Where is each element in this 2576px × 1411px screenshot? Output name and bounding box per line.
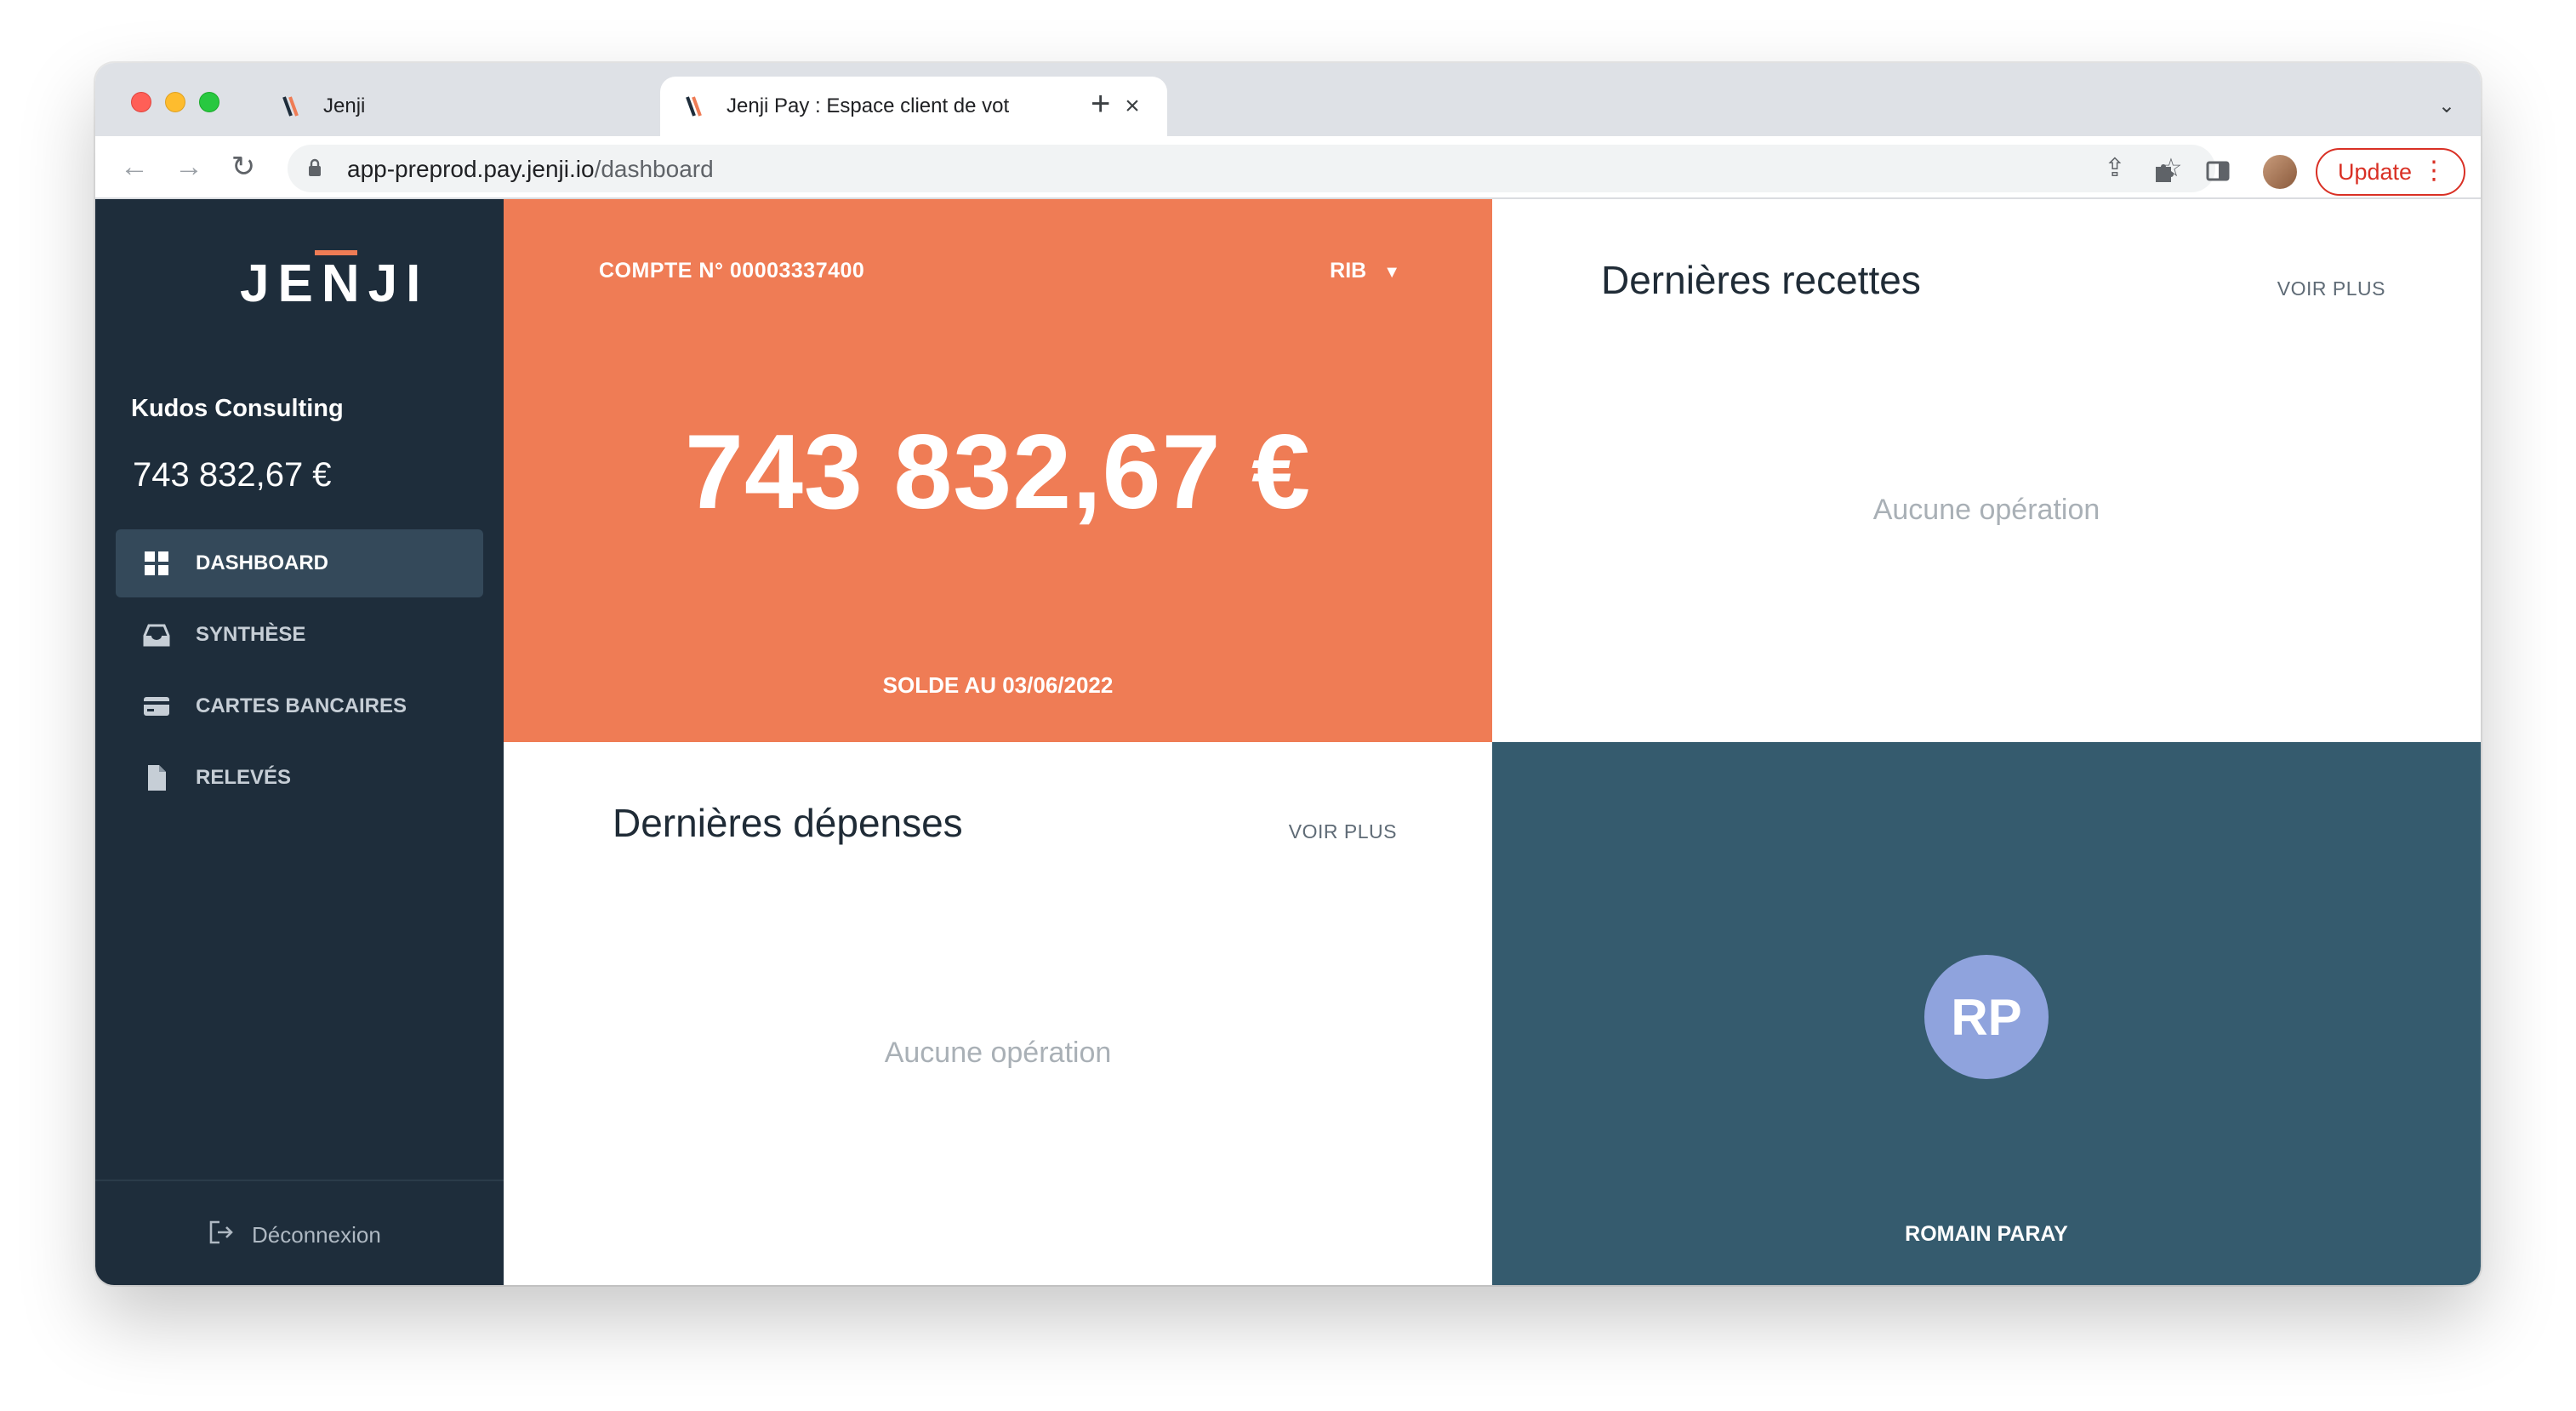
card-title: Dernières recettes xyxy=(1601,258,1921,302)
balance-card: COMPTE N° 00003337400 RIB ▼ 743 832,67 € … xyxy=(504,199,1492,742)
recent-income-card: Dernières recettes VOIR PLUS Aucune opér… xyxy=(1492,199,2481,742)
jenji-logo[interactable]: JENJI xyxy=(240,254,429,314)
user-name: ROMAIN PARAY xyxy=(1905,1222,2068,1246)
update-label: Update xyxy=(2338,158,2413,185)
balance-amount: 743 832,67 € xyxy=(684,414,1312,531)
sidebar-item-label: CARTES BANCAIRES xyxy=(196,694,407,717)
minimize-window-button[interactable] xyxy=(165,92,185,112)
grid-icon xyxy=(141,548,172,579)
jenji-favicon-icon xyxy=(279,94,305,119)
credit-card-icon xyxy=(141,691,172,722)
sidebar: JENJI Kudos Consulting 743 832,67 € DASH… xyxy=(95,199,504,1285)
profile-avatar[interactable] xyxy=(2263,155,2297,189)
maximize-window-button[interactable] xyxy=(199,92,219,112)
sidebar-item-label: SYNTHÈSE xyxy=(196,623,306,646)
browser-window: Jenji × Jenji Pay : Espace client de vot… xyxy=(95,63,2481,1285)
logout-button[interactable]: Déconnexion xyxy=(208,1219,381,1252)
sidebar-item-label: DASHBOARD xyxy=(196,551,328,574)
tab-title: Jenji xyxy=(323,94,366,117)
tab-search-chevron-icon[interactable]: ⌄ xyxy=(2438,94,2455,118)
update-button[interactable]: Update ⋮ xyxy=(2316,148,2465,196)
url-text[interactable]: app-preprod.pay.jenji.io/dashboard xyxy=(347,156,714,183)
side-panel-icon[interactable] xyxy=(2203,157,2232,186)
extensions-puzzle-icon[interactable] xyxy=(2149,157,2178,186)
avatar[interactable]: RP xyxy=(1924,955,2049,1079)
sidebar-balance: 743 832,67 € xyxy=(133,456,332,494)
new-tab-button[interactable]: + xyxy=(1091,87,1110,121)
sidebar-item-synthese[interactable]: SYNTHÈSE xyxy=(116,601,483,669)
rib-label: RIB xyxy=(1330,259,1367,283)
balance-date: SOLDE AU 03/06/2022 xyxy=(882,672,1114,698)
close-tab-icon[interactable]: × xyxy=(1120,92,1145,121)
sidebar-item-releves[interactable]: RELEVÉS xyxy=(116,744,483,812)
tab-title: Jenji Pay : Espace client de vot xyxy=(727,94,1010,117)
rib-dropdown[interactable]: RIB ▼ xyxy=(1330,259,1400,283)
see-more-expenses-link[interactable]: VOIR PLUS xyxy=(1289,820,1397,843)
see-more-income-link[interactable]: VOIR PLUS xyxy=(2277,277,2385,300)
account-number: COMPTE N° 00003337400 xyxy=(599,259,865,283)
close-window-button[interactable] xyxy=(131,92,151,112)
recent-expenses-card: Dernières dépenses VOIR PLUS Aucune opér… xyxy=(504,742,1492,1285)
reload-icon[interactable]: ↻ xyxy=(225,148,262,186)
app-page: JENJI Kudos Consulting 743 832,67 € DASH… xyxy=(95,199,2481,1285)
empty-state: Aucune opération xyxy=(1872,494,2100,526)
company-name: Kudos Consulting xyxy=(131,395,344,422)
caret-down-icon: ▼ xyxy=(1383,263,1400,282)
sidebar-item-dashboard[interactable]: DASHBOARD xyxy=(116,529,483,597)
browser-toolbar: ← → ↻ app-preprod.pay.jenji.io/dashboard… xyxy=(95,136,2481,199)
sidebar-item-label: RELEVÉS xyxy=(196,766,292,789)
card-title: Dernières dépenses xyxy=(613,801,963,845)
document-icon xyxy=(141,763,172,793)
more-vertical-icon: ⋮ xyxy=(2421,157,2447,185)
sidebar-item-cartes-bancaires[interactable]: CARTES BANCAIRES xyxy=(116,672,483,740)
address-bar[interactable]: app-preprod.pay.jenji.io/dashboard ⇪ ☆ xyxy=(288,145,2215,192)
logout-label: Déconnexion xyxy=(252,1222,381,1248)
share-icon[interactable]: ⇪ xyxy=(2101,155,2129,182)
tab-strip: Jenji × Jenji Pay : Espace client de vot… xyxy=(95,63,2481,136)
user-card: RP ROMAIN PARAY xyxy=(1492,742,2481,1285)
inbox-icon xyxy=(141,620,172,650)
sidebar-divider xyxy=(95,1180,504,1181)
sidebar-nav: DASHBOARD SYNTHÈSE CARTES BANCAIRES RELE… xyxy=(116,529,483,815)
lock-icon xyxy=(308,158,322,177)
empty-state: Aucune opération xyxy=(884,1037,1112,1069)
jenji-favicon-icon xyxy=(682,94,708,119)
forward-arrow-icon[interactable]: → xyxy=(170,148,208,186)
logout-icon xyxy=(208,1219,252,1252)
back-arrow-icon[interactable]: ← xyxy=(116,148,153,186)
